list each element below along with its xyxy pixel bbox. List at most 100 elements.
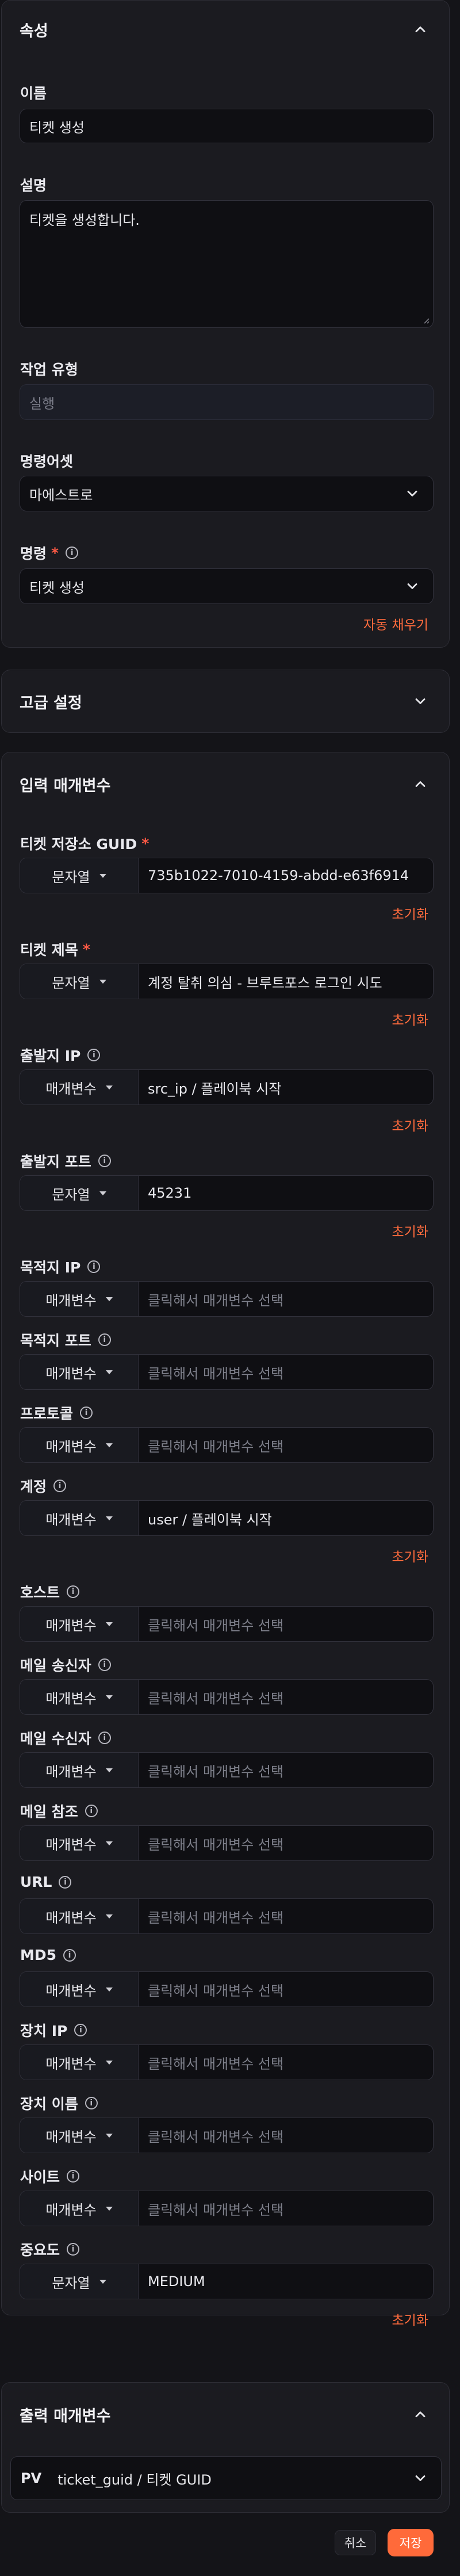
info-icon[interactable]: i <box>98 1732 111 1744</box>
param-type-dropdown[interactable]: 문자열 <box>20 1176 139 1210</box>
chevron-down-icon[interactable] <box>412 693 428 709</box>
param-type-dropdown[interactable]: 매개변수 <box>20 1501 139 1535</box>
param-row: 매개변수 클릭해서 매개변수 선택 <box>20 1606 434 1642</box>
cancel-button[interactable]: 취소 <box>335 2530 376 2555</box>
info-icon[interactable]: i <box>66 546 79 559</box>
advanced-header[interactable]: 고급 설정 <box>2 670 449 732</box>
param-label: URL i <box>20 1874 72 1890</box>
param-select-placeholder[interactable]: 클릭해서 매개변수 선택 <box>139 1355 433 1389</box>
param-type-dropdown[interactable]: 매개변수 <box>20 2191 139 2226</box>
resize-handle-icon[interactable] <box>421 316 430 324</box>
param-type-dropdown[interactable]: 매개변수 <box>20 1899 139 1933</box>
param-value-input[interactable]: MEDIUM <box>139 2264 433 2299</box>
info-icon[interactable]: i <box>67 1585 80 1598</box>
info-icon[interactable]: i <box>85 2097 98 2109</box>
chevron-up-icon[interactable] <box>412 21 428 37</box>
chevron-up-icon[interactable] <box>412 2406 428 2422</box>
param-type-dropdown[interactable]: 매개변수 <box>20 1680 139 1714</box>
name-input[interactable]: 티켓 생성 <box>20 109 434 143</box>
param-select-placeholder[interactable]: 클릭해서 매개변수 선택 <box>139 1826 433 1860</box>
chevron-up-icon[interactable] <box>412 776 428 792</box>
param-type-dropdown[interactable]: 매개변수 <box>20 2045 139 2080</box>
param-value-input[interactable]: user / 플레이북 시작 <box>139 1501 433 1535</box>
param-type-dropdown[interactable]: 매개변수 <box>20 1355 139 1389</box>
output-param-select[interactable]: PV ticket_guid / 티켓 GUID <box>10 2456 442 2500</box>
param-value-input[interactable]: 계정 탈취 의심 - 브루트포스 로그인 시도 <box>139 964 433 999</box>
param-select-placeholder[interactable]: 클릭해서 매개변수 선택 <box>139 1680 433 1714</box>
param-type-label: 매개변수 <box>45 2202 97 2218</box>
caret-down-icon <box>99 1191 106 1195</box>
param-select-placeholder[interactable]: 클릭해서 매개변수 선택 <box>139 1899 433 1933</box>
command-select[interactable]: 티켓 생성 <box>20 568 434 604</box>
pv-badge: PV <box>21 2470 42 2486</box>
output-params-header[interactable]: 출력 매개변수 <box>2 2383 449 2446</box>
command-label: 명령 * i <box>20 542 79 563</box>
reset-link[interactable]: 초기화 <box>392 903 428 923</box>
param-type-label: 매개변수 <box>45 2128 97 2145</box>
caret-down-icon <box>99 979 106 984</box>
save-button[interactable]: 저장 <box>388 2529 434 2556</box>
param-type-dropdown[interactable]: 문자열 <box>20 2264 139 2299</box>
info-icon[interactable]: i <box>74 2024 87 2036</box>
info-icon[interactable]: i <box>98 1155 111 1167</box>
info-icon[interactable]: i <box>80 1407 93 1419</box>
param-row: 매개변수 src_ip / 플레이북 시작 <box>20 1069 434 1105</box>
param-label: 프로토콜 i <box>20 1402 93 1423</box>
param-type-dropdown[interactable]: 매개변수 <box>20 1070 139 1104</box>
param-select-placeholder[interactable]: 클릭해서 매개변수 선택 <box>139 2045 433 2080</box>
info-icon[interactable]: i <box>98 1333 111 1346</box>
param-row: 매개변수 user / 플레이북 시작 <box>20 1500 434 1536</box>
param-type-label: 매개변수 <box>45 1365 97 1382</box>
description-label: 설명 <box>20 177 47 194</box>
param-label: MD5 i <box>20 1947 76 1963</box>
param-type-dropdown[interactable]: 매개변수 <box>20 1607 139 1641</box>
param-type-label: 매개변수 <box>45 1690 97 1707</box>
info-icon[interactable]: i <box>67 2243 80 2256</box>
info-icon[interactable]: i <box>59 1875 72 1889</box>
param-select-placeholder[interactable]: 클릭해서 매개변수 선택 <box>139 1607 433 1641</box>
chevron-down-icon <box>404 486 420 502</box>
properties-panel: 속성 이름 티켓 생성 설명 티켓을 생성합니다. 작업 유형 실행 명령어셋 … <box>1 0 450 648</box>
param-type-dropdown[interactable]: 매개변수 <box>20 1282 139 1316</box>
param-row: 문자열 MEDIUM <box>20 2264 434 2299</box>
info-icon[interactable]: i <box>67 2170 80 2183</box>
param-type-dropdown[interactable]: 문자열 <box>20 858 139 893</box>
param-type-dropdown[interactable]: 문자열 <box>20 964 139 999</box>
param-value-input[interactable]: src_ip / 플레이북 시작 <box>139 1070 433 1104</box>
info-icon[interactable]: i <box>98 1658 111 1671</box>
param-select-placeholder[interactable]: 클릭해서 매개변수 선택 <box>139 2191 433 2226</box>
param-type-dropdown[interactable]: 매개변수 <box>20 1428 139 1462</box>
param-select-placeholder[interactable]: 클릭해서 매개변수 선택 <box>139 2118 433 2153</box>
param-type-dropdown[interactable]: 매개변수 <box>20 1826 139 1860</box>
info-icon[interactable]: i <box>63 1948 76 1962</box>
param-value-input[interactable]: 735b1022-7010-4159-abdd-e63f6914 <box>139 858 433 893</box>
properties-header[interactable]: 속성 <box>2 1 449 58</box>
reset-link[interactable]: 초기화 <box>392 1009 428 1029</box>
required-asterisk: * <box>51 544 59 561</box>
caret-down-icon <box>105 2060 113 2065</box>
param-select-placeholder[interactable]: 클릭해서 매개변수 선택 <box>139 1428 433 1462</box>
output-params-title: 출력 매개변수 <box>20 2407 111 2425</box>
param-label: 호스트 i <box>20 1581 80 1602</box>
param-type-dropdown[interactable]: 매개변수 <box>20 1753 139 1787</box>
asset-select[interactable]: 마에스트로 <box>20 476 434 511</box>
reset-link[interactable]: 초기화 <box>392 1115 428 1134</box>
param-select-placeholder[interactable]: 클릭해서 매개변수 선택 <box>139 1282 433 1316</box>
description-textarea[interactable]: 티켓을 생성합니다. <box>20 200 434 328</box>
info-icon[interactable]: i <box>85 1805 98 1817</box>
param-select-placeholder[interactable]: 클릭해서 매개변수 선택 <box>139 1972 433 2006</box>
reset-link[interactable]: 초기화 <box>392 1546 428 1565</box>
input-params-header[interactable]: 입력 매개변수 <box>2 752 449 816</box>
param-label: 티켓 저장소 GUID * <box>20 835 150 853</box>
autofill-link[interactable]: 자동 채우기 <box>363 614 428 633</box>
info-icon[interactable]: i <box>87 1260 101 1273</box>
info-icon[interactable]: i <box>53 1480 67 1492</box>
param-select-placeholder[interactable]: 클릭해서 매개변수 선택 <box>139 1753 433 1787</box>
param-value-input[interactable]: 45231 <box>139 1176 433 1210</box>
param-type-dropdown[interactable]: 매개변수 <box>20 1972 139 2006</box>
param-type-dropdown[interactable]: 매개변수 <box>20 2118 139 2153</box>
info-icon[interactable]: i <box>87 1049 101 1061</box>
param-row: 매개변수 클릭해서 매개변수 선택 <box>20 1679 434 1715</box>
reset-link[interactable]: 초기화 <box>392 1221 428 1240</box>
reset-link[interactable]: 초기화 <box>392 2309 428 2329</box>
